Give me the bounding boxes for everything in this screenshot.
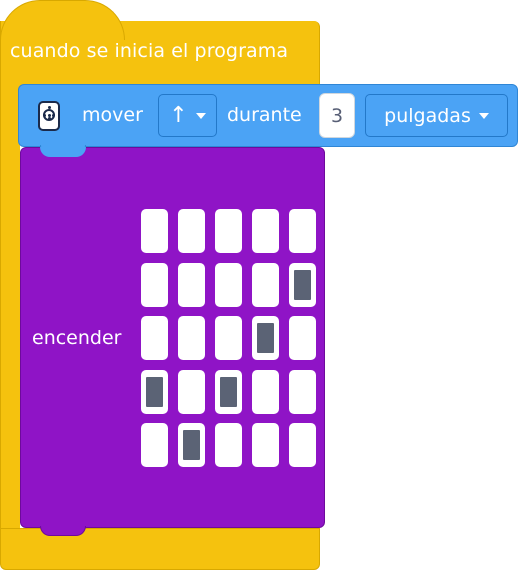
matrix-pixel-1-3[interactable] <box>252 262 279 307</box>
matrix-pixel-2-1[interactable] <box>178 316 205 360</box>
move-label: mover <box>82 104 143 126</box>
during-label: durante <box>227 104 302 126</box>
matrix-pixel-2-0[interactable] <box>141 316 168 360</box>
matrix-pixel-1-0[interactable] <box>141 262 168 307</box>
unit-value: pulgadas <box>384 104 471 127</box>
light-block-tab <box>40 526 86 536</box>
chevron-down-icon <box>195 112 206 119</box>
matrix-pixel-1-2[interactable] <box>215 262 242 307</box>
matrix-pixel-0-0[interactable] <box>141 209 168 253</box>
hat-block-cap <box>0 0 125 40</box>
matrix-pixel-0-4[interactable] <box>289 209 316 253</box>
amount-input[interactable]: 3 <box>319 93 355 138</box>
matrix-pixel-0-2[interactable] <box>215 209 242 253</box>
matrix-pixel-2-3[interactable] <box>252 316 279 360</box>
matrix-pixel-1-1[interactable] <box>178 262 205 307</box>
matrix-pixel-4-2[interactable] <box>215 423 242 467</box>
matrix-pixel-0-1[interactable] <box>178 209 205 253</box>
light-block-notch <box>40 147 86 157</box>
direction-value: ↑ <box>169 103 188 128</box>
matrix-pixel-0-3[interactable] <box>252 209 279 253</box>
direction-dropdown[interactable]: ↑ <box>158 94 217 137</box>
hat-block-label: cuando se inicia el programa <box>10 40 289 62</box>
light-on-label: encender <box>32 327 122 349</box>
matrix-pixel-3-2[interactable] <box>215 369 242 414</box>
chevron-down-icon <box>478 112 489 119</box>
hub-icon <box>38 101 60 131</box>
matrix-pixel-3-4[interactable] <box>289 369 316 414</box>
matrix-pixel-4-0[interactable] <box>141 423 168 467</box>
matrix-pixel-2-2[interactable] <box>215 316 242 360</box>
matrix-pixel-1-4[interactable] <box>289 262 316 307</box>
matrix-pixel-3-3[interactable] <box>252 369 279 414</box>
unit-dropdown[interactable]: pulgadas <box>365 94 508 137</box>
matrix-pixel-4-3[interactable] <box>252 423 279 467</box>
matrix-pixel-4-1[interactable] <box>178 423 205 467</box>
c-block-arm <box>0 88 20 543</box>
matrix-pixel-3-0[interactable] <box>141 369 168 414</box>
matrix-pixel-3-1[interactable] <box>178 369 205 414</box>
matrix-pixel-4-4[interactable] <box>289 423 316 467</box>
matrix-pixel-2-4[interactable] <box>289 316 316 360</box>
